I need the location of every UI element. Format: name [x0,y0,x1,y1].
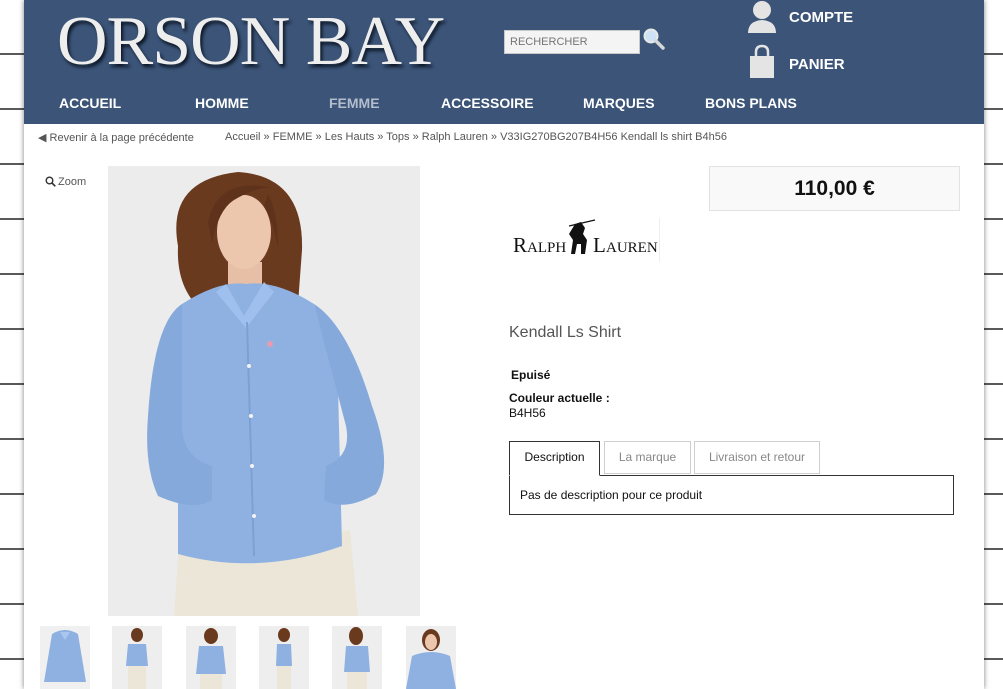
shopping-bag-icon [750,44,774,78]
breadcrumb-item-accueil[interactable]: Accueil [225,131,260,143]
product-photo [108,166,420,616]
brand-logo[interactable]: R ALPH L AUREN [511,218,660,262]
nav-item-accueil[interactable]: ACCUEIL [59,95,121,111]
product-thumbnail[interactable] [112,626,162,689]
breadcrumb: Accueil » FEMME » Les Hauts » Tops » Ral… [225,131,727,143]
breadcrumb-item-ralph-lauren[interactable]: Ralph Lauren [422,131,488,143]
account-label: COMPTE [789,9,854,26]
svg-text:L: L [593,233,606,257]
zoom-label: Zoom [58,176,87,188]
breadcrumb-item-les-hauts[interactable]: Les Hauts [325,131,375,143]
nav-item-bons-plans[interactable]: BONS PLANS [705,95,797,111]
price-box: 110,00 € [709,166,960,211]
search-button[interactable] [641,26,667,52]
breadcrumb-item-femme[interactable]: FEMME [273,131,313,143]
account-link[interactable]: COMPTE [745,0,885,36]
color-label: Couleur actuelle : [509,391,610,405]
brand-logo-image: R ALPH L AUREN [513,219,658,257]
cart-link[interactable]: PANIER [745,44,885,80]
nav-item-homme[interactable]: HOMME [195,95,249,111]
tab-panel-text: Pas de description pour ce produit [520,488,703,502]
product-thumbnail[interactable] [186,626,236,689]
svg-text:R: R [513,233,527,257]
stock-status: Epuisé [511,368,551,382]
product-thumbnail[interactable] [332,626,382,689]
back-link[interactable]: ◀ Revenir à la page précédente [38,131,194,144]
breadcrumb-current: V33IG270BG207B4H56 Kendall ls shirt B4h5… [500,131,727,143]
site-logo[interactable]: ORSON BAY [57,4,445,80]
product-thumbnail[interactable] [40,626,90,689]
product-thumbnail[interactable] [259,626,309,689]
svg-text:AUREN: AUREN [606,240,658,256]
breadcrumb-separator: » [377,131,384,143]
nav-item-femme[interactable]: FEMME [329,95,380,111]
breadcrumb-separator: » [263,131,270,143]
color-value: B4H56 [509,406,546,420]
cart-label: PANIER [789,56,845,73]
search-input[interactable] [504,30,640,54]
zoom-button[interactable]: Zoom [45,176,86,188]
nav-item-marques[interactable]: MARQUES [583,95,655,111]
svg-text:ALPH: ALPH [527,240,566,256]
breadcrumb-separator: » [490,131,498,143]
nav-item-accessoire[interactable]: ACCESSOIRE [441,95,534,111]
tab-description[interactable]: Description [509,441,600,476]
page: ORSON BAY COMPTE PANIER ACCUEIL HOMME FE… [24,0,984,689]
site-header: ORSON BAY COMPTE PANIER ACCUEIL HOMME FE… [24,0,984,124]
back-arrow-icon: ◀ [38,132,47,144]
back-link-label: Revenir à la page précédente [49,132,194,144]
product-title: Kendall Ls Shirt [509,324,622,341]
breadcrumb-item-tops[interactable]: Tops [386,131,409,143]
tab-panel: Pas de description pour ce produit [509,475,954,515]
search-icon [643,28,665,50]
user-icon [748,1,776,33]
product-thumbnail[interactable] [406,626,456,689]
tab-la-marque[interactable]: La marque [604,441,691,474]
product-main-image[interactable] [108,166,420,616]
breadcrumb-separator: » [315,131,322,143]
product-price: 110,00 € [794,177,875,200]
magnifier-icon [45,176,56,187]
tab-livraison-et-retour[interactable]: Livraison et retour [694,441,820,474]
breadcrumb-separator: » [412,131,419,143]
